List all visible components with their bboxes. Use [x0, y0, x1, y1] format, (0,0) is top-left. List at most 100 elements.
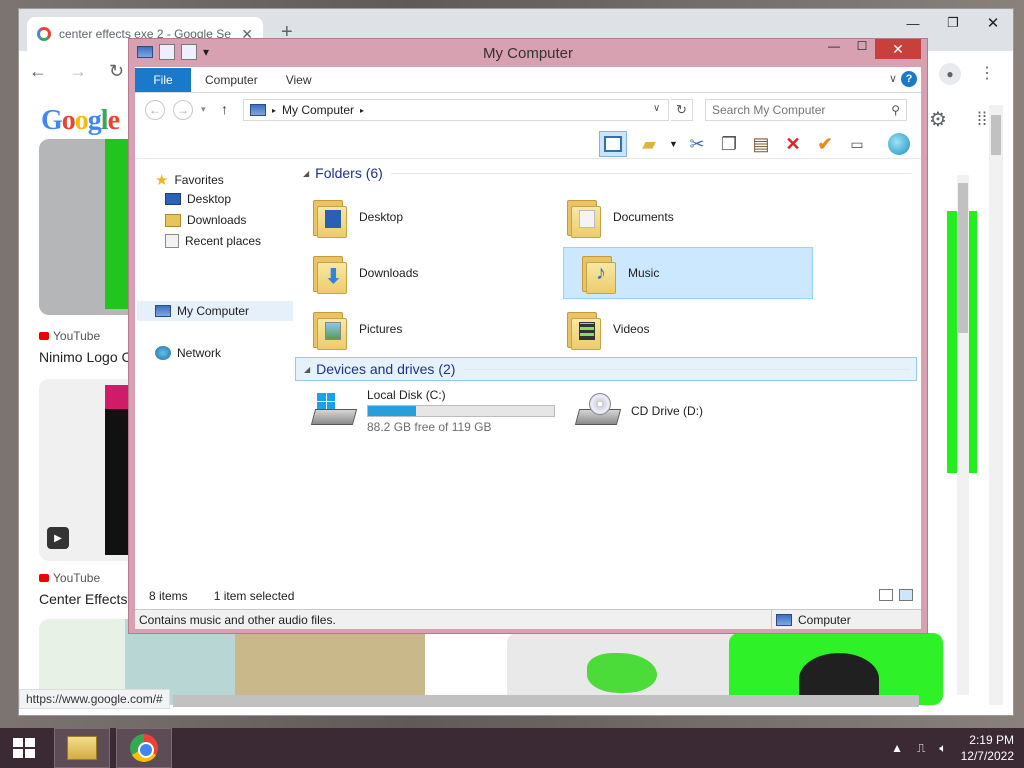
new-folder-button[interactable]: ▰ — [635, 131, 663, 157]
folder-label: Downloads — [359, 266, 419, 280]
chrome-menu-icon[interactable]: ⋮ — [979, 63, 995, 85]
settings-gear-icon[interactable]: ⚙ — [929, 107, 947, 132]
profile-avatar-icon[interactable]: ● — [939, 63, 961, 85]
nav-item-desktop[interactable]: Desktop — [165, 192, 231, 206]
forward-arrow-icon[interactable]: → — [69, 61, 87, 82]
page-scrollbar[interactable] — [989, 105, 1003, 705]
network-icon — [155, 346, 171, 360]
maximize-button[interactable]: ☐ — [849, 39, 875, 59]
paste-button[interactable]: ▤ — [747, 131, 775, 157]
folder-label: Pictures — [359, 322, 403, 336]
back-arrow-icon[interactable]: ← — [29, 61, 47, 82]
address-location[interactable]: My Computer — [282, 103, 354, 117]
taskbar-file-explorer[interactable] — [54, 728, 110, 768]
globe-icon — [888, 133, 910, 155]
explorer-title: My Computer — [482, 45, 574, 62]
horizontal-scrollbar[interactable] — [173, 695, 919, 707]
chrome-icon — [130, 734, 158, 762]
folder-icon — [67, 736, 97, 760]
drive-local-disk-c[interactable]: Local Disk (C:) 88.2 GB free of 119 GB — [295, 385, 557, 437]
chevron-right-icon[interactable]: ▸ — [272, 106, 276, 115]
result-title[interactable]: Ninimo Logo C — [39, 349, 132, 365]
collapse-triangle-icon[interactable]: ◢ — [304, 365, 310, 374]
show-hidden-icons-icon[interactable]: ▲ — [891, 741, 903, 755]
chevron-right-icon[interactable]: ▸ — [360, 106, 364, 115]
address-dropdown-icon[interactable]: ∨ — [653, 103, 660, 114]
folder-downloads[interactable]: Downloads — [295, 247, 545, 299]
windows-logo-icon — [13, 738, 35, 758]
command-toolbar: ▰ ▼ ✂ ❐ ▤ ✕ ✔ ▭ — [135, 127, 921, 159]
minimize-button[interactable]: — — [821, 39, 847, 59]
folder-desktop[interactable]: Desktop — [295, 191, 545, 243]
selection-count: 1 item selected — [213, 589, 295, 603]
up-button[interactable]: ↑ — [221, 101, 228, 117]
computer-icon — [250, 104, 266, 116]
nav-item-favorites[interactable]: ★ Favorites — [155, 171, 224, 189]
checkmark-icon: ✔ — [817, 133, 833, 154]
network-globe-button[interactable] — [885, 131, 913, 157]
google-logo[interactable]: Google — [41, 105, 120, 137]
properties-button[interactable]: ✔ — [811, 131, 839, 157]
results-scrollbar[interactable] — [957, 175, 969, 695]
details-view-icon[interactable] — [879, 589, 893, 601]
nav-item-recent-places[interactable]: Recent places — [165, 234, 261, 248]
folder-videos[interactable]: Videos — [549, 303, 799, 355]
reload-icon[interactable]: ↻ — [109, 61, 124, 82]
taskbar-chrome[interactable] — [116, 728, 172, 768]
nav-item-my-computer[interactable]: My Computer — [155, 304, 249, 318]
youtube-icon — [39, 332, 49, 340]
downloads-folder-icon — [311, 252, 349, 294]
nav-item-network[interactable]: Network — [155, 346, 221, 360]
chrome-minimize-button[interactable]: — — [893, 9, 933, 37]
refresh-button[interactable]: ↻ — [671, 99, 693, 121]
result-source-label: YouTube — [53, 329, 101, 343]
close-button[interactable]: ✕ — [875, 39, 921, 59]
explorer-title-bar[interactable]: ▾ My Computer — ☐ ✕ — [129, 39, 927, 67]
apps-grid-icon[interactable]: ⁞⁞ — [977, 109, 987, 130]
start-button[interactable] — [0, 728, 48, 768]
cd-drive-icon — [574, 391, 622, 431]
folder-pictures[interactable]: Pictures — [295, 303, 545, 355]
tiles-view-icon[interactable] — [899, 589, 913, 601]
tab-view[interactable]: View — [272, 68, 326, 92]
clock[interactable]: 2:19 PM 12/7/2022 — [961, 732, 1014, 764]
chevron-down-icon[interactable]: ▼ — [669, 139, 678, 149]
desktop-folder-icon — [311, 196, 349, 238]
volume-icon[interactable]: 🔈︎ — [939, 741, 946, 756]
folder-documents[interactable]: Documents — [549, 191, 799, 243]
delete-button[interactable]: ✕ — [779, 131, 807, 157]
network-status-icon[interactable]: ⎍ — [917, 741, 925, 756]
chrome-close-button[interactable]: ✕ — [973, 9, 1013, 37]
star-icon: ★ — [155, 172, 169, 189]
forward-button[interactable]: → — [173, 100, 193, 120]
system-tray: ▲ ⎍ 🔈︎ 2:19 PM 12/7/2022 — [891, 728, 1014, 768]
computer-icon — [776, 614, 792, 626]
nav-item-label: Network — [177, 346, 222, 360]
status-location: Computer — [771, 610, 851, 630]
copy-button[interactable]: ❐ — [715, 131, 743, 157]
play-icon: ▶ — [47, 527, 69, 549]
recent-locations-chevron-icon[interactable]: ▾ — [201, 104, 206, 115]
navigation-row: ← → ▾ ↑ ▸ My Computer ▸ ∨ ↻ ⚲ — [135, 93, 921, 127]
group-header-devices[interactable]: ◢ Devices and drives (2) — [295, 357, 917, 381]
preview-pane-button[interactable] — [599, 131, 627, 157]
chrome-maximize-button[interactable]: ❐ — [933, 9, 973, 37]
help-icon[interactable]: ? — [901, 71, 917, 87]
nav-item-downloads[interactable]: Downloads — [165, 213, 246, 227]
collapse-triangle-icon[interactable]: ◢ — [303, 169, 309, 178]
chevron-down-icon[interactable]: ∨ — [889, 72, 897, 85]
search-box[interactable]: ⚲ — [705, 99, 907, 121]
chrome-profile-area: ● ⋮ — [939, 63, 995, 85]
search-icon[interactable]: ⚲ — [891, 103, 900, 117]
search-input[interactable] — [712, 103, 882, 117]
drive-cd-d[interactable]: CD Drive (D:) — [559, 385, 809, 437]
tab-file[interactable]: File — [135, 68, 191, 92]
cut-button[interactable]: ✂ — [683, 131, 711, 157]
address-bar[interactable]: ▸ My Computer ▸ — [243, 99, 669, 121]
folder-music[interactable]: Music — [563, 247, 813, 299]
tab-computer[interactable]: Computer — [191, 68, 272, 92]
rename-button[interactable]: ▭ — [843, 131, 871, 157]
back-button[interactable]: ← — [145, 100, 165, 120]
group-header-folders[interactable]: ◢ Folders (6) — [295, 161, 917, 185]
result-title[interactable]: Center Effects — [39, 591, 127, 607]
